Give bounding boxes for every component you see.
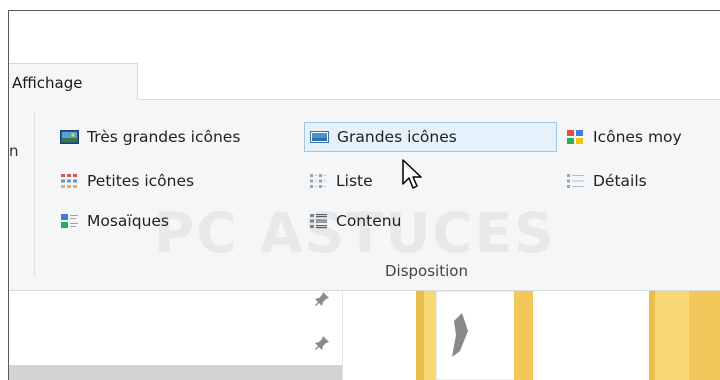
layout-large-icons[interactable]: Grandes icônes: [304, 122, 557, 152]
details-icon: [566, 173, 585, 189]
ribbon-group-label: Disposition: [385, 262, 468, 280]
layout-extra-large-icons[interactable]: Très grandes icônes: [55, 122, 307, 152]
layout-details-label: Détails: [593, 172, 647, 190]
tab-affichage-label: Affichage: [12, 74, 83, 92]
layout-extra-large-icons-label: Très grandes icônes: [87, 128, 241, 146]
layout-tiles-label: Mosaïques: [87, 212, 170, 230]
layout-content-label: Contenu: [336, 212, 402, 230]
layout-list-label: Liste: [336, 172, 373, 190]
pin-icon[interactable]: [314, 291, 330, 311]
content-area: [9, 290, 720, 380]
navigation-pane[interactable]: [9, 291, 343, 380]
group-separator: [34, 111, 35, 277]
ribbon-tab-strip: Affichage: [9, 11, 720, 100]
list-icon: [309, 173, 328, 189]
extra-large-icons-icon: [60, 129, 79, 145]
layout-tiles[interactable]: Mosaïques: [55, 206, 295, 236]
explorer-window: Affichage n Très grandes icônes Grandes …: [8, 10, 720, 380]
tiles-icon: [60, 213, 79, 229]
layout-small-icons-label: Petites icônes: [87, 172, 195, 190]
pin-icon[interactable]: [314, 335, 330, 355]
folder-icon[interactable]: [649, 291, 720, 380]
medium-icons-icon: [566, 129, 585, 145]
layout-content[interactable]: Contenu: [304, 206, 544, 236]
layout-small-icons[interactable]: Petites icônes: [55, 166, 295, 196]
tab-affichage[interactable]: Affichage: [9, 63, 138, 100]
mouse-cursor-icon: [402, 159, 426, 193]
large-icons-icon: [310, 129, 329, 145]
previous-group-label-fragment: n: [9, 142, 19, 160]
layout-details[interactable]: Détails: [561, 166, 720, 196]
layout-medium-icons[interactable]: Icônes moy: [561, 122, 720, 152]
folder-icon[interactable]: [416, 290, 533, 380]
layout-large-icons-label: Grandes icônes: [337, 128, 457, 146]
content-icon: [309, 213, 328, 229]
layout-medium-icons-label: Icônes moy: [593, 128, 682, 146]
nav-item-highlight[interactable]: [9, 365, 342, 380]
small-icons-icon: [60, 173, 79, 189]
